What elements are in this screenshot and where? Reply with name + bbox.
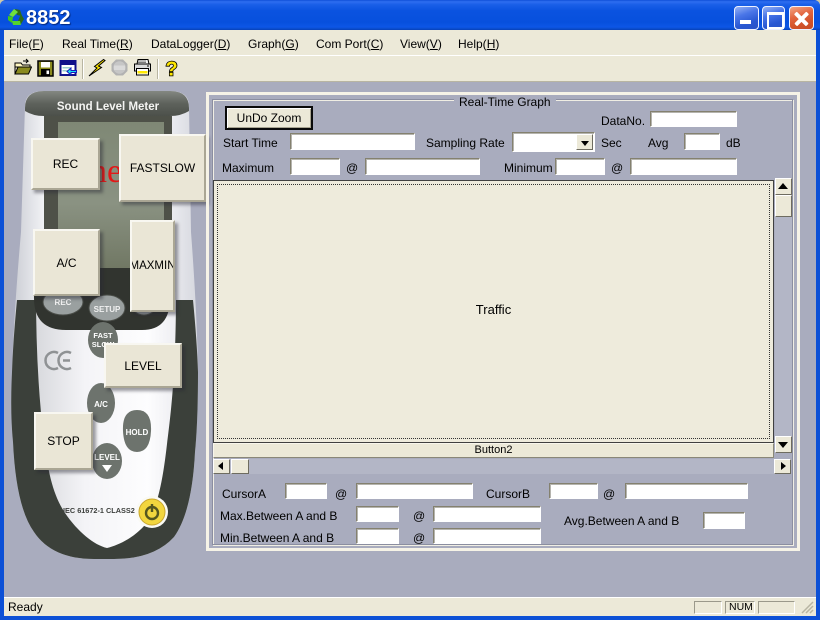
svg-text:IEC 61672-1 CLASS2: IEC 61672-1 CLASS2 — [63, 506, 135, 515]
svg-text:REC: REC — [55, 298, 72, 307]
svg-text:SETUP: SETUP — [94, 305, 121, 314]
svg-text:Sound Level Meter: Sound Level Meter — [57, 101, 160, 113]
svg-text:LEVEL: LEVEL — [94, 453, 120, 462]
svg-text:HOLD: HOLD — [126, 428, 149, 437]
svg-text:FAST: FAST — [93, 331, 113, 340]
svg-text:A/C: A/C — [94, 400, 108, 409]
svg-text:?: ? — [166, 59, 178, 81]
